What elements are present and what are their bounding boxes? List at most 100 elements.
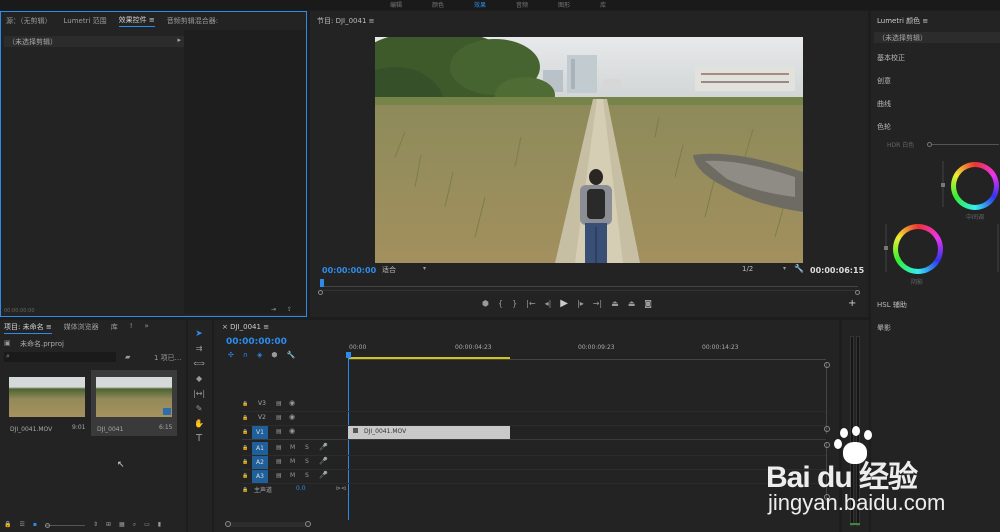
add-button-icon[interactable]: + bbox=[848, 299, 856, 309]
lumetri-clip-dropdown[interactable]: （未选择剪辑） bbox=[874, 32, 1000, 43]
toggle-output-icon[interactable]: ▤ bbox=[276, 471, 282, 481]
tab-libraries[interactable]: 库 bbox=[111, 322, 118, 334]
microphone-icon[interactable]: 🎤 bbox=[319, 442, 328, 452]
type-tool-icon[interactable]: T bbox=[193, 434, 205, 444]
time-ruler[interactable]: 00:00 00:00:04:23 00:00:09:23 00:00:14:2… bbox=[348, 342, 826, 360]
workspace-libraries[interactable]: 库 bbox=[600, 0, 606, 9]
quality-dropdown[interactable]: 1/2 ▾ bbox=[742, 265, 786, 275]
lock-icon[interactable]: 🔒 bbox=[242, 485, 248, 495]
add-marker-icon[interactable]: ⬢ bbox=[271, 350, 277, 360]
project-search-input[interactable]: ⌕ bbox=[4, 352, 116, 362]
track-label[interactable]: V3 bbox=[258, 400, 266, 407]
clip-dropdown[interactable]: （未选择剪辑） ▸ bbox=[4, 36, 184, 47]
mute-button[interactable]: M bbox=[290, 444, 295, 451]
timeline-settings-icon[interactable]: 🔧 bbox=[287, 350, 296, 360]
go-to-out-icon[interactable]: →| bbox=[593, 299, 602, 309]
workspace-graphics[interactable]: 图形 bbox=[558, 0, 570, 9]
panel-menu-icon[interactable]: ≡ bbox=[263, 323, 269, 331]
play-icon[interactable]: ▶ bbox=[560, 299, 568, 309]
lock-icon[interactable]: 🔒 bbox=[242, 457, 248, 467]
lock-icon[interactable]: 🔒 bbox=[242, 471, 248, 481]
tab-project[interactable]: 项目: 未命名 ≡ bbox=[4, 322, 52, 334]
tab-lumetri-scopes[interactable]: Lumetri 范围 bbox=[64, 16, 107, 26]
shadow-wheel[interactable] bbox=[893, 224, 943, 274]
new-item-icon[interactable]: ▦ bbox=[119, 520, 125, 530]
step-back-icon[interactable]: ◂| bbox=[545, 299, 552, 309]
hand-tool-icon[interactable]: ✋ bbox=[193, 419, 205, 429]
lock-icon[interactable]: 🔒 bbox=[242, 413, 248, 423]
microphone-icon[interactable]: 🎤 bbox=[319, 456, 328, 466]
workspace-audio[interactable]: 音频 bbox=[516, 0, 528, 9]
lift-icon[interactable]: ⏏ bbox=[611, 299, 619, 309]
sequence-item[interactable]: DJI_0041 6:15 bbox=[91, 370, 177, 436]
track-select-tool-icon[interactable]: ⇉ bbox=[193, 344, 205, 354]
fit-dropdown[interactable]: 适合 ▾ bbox=[382, 265, 426, 275]
zoom-handle-right[interactable] bbox=[855, 290, 860, 295]
track-label[interactable]: V1 bbox=[252, 426, 268, 439]
export-icon[interactable]: ⇪ bbox=[287, 305, 292, 315]
razor-tool-icon[interactable]: ◆ bbox=[193, 374, 205, 384]
panel-menu-icon[interactable]: ≡ bbox=[369, 17, 375, 25]
video-clip[interactable]: DJI_0041.MOV bbox=[348, 426, 510, 439]
track-label[interactable]: A3 bbox=[252, 470, 268, 483]
shadow-slider[interactable] bbox=[884, 224, 888, 272]
timeline-h-scrollbar[interactable] bbox=[225, 521, 311, 527]
tab-media-browser[interactable]: 媒体浏览器 bbox=[64, 322, 99, 334]
workspace-color[interactable]: 颜色 bbox=[432, 0, 444, 9]
folder-icon[interactable]: ▭ bbox=[144, 520, 150, 530]
tab-audio-clip-mixer[interactable]: 音频剪辑混合器: bbox=[167, 16, 218, 26]
extract-icon[interactable]: ⏏ bbox=[628, 299, 636, 309]
list-view-icon[interactable]: ☰ bbox=[19, 520, 24, 530]
pen-tool-icon[interactable]: ✎ bbox=[193, 404, 205, 414]
step-forward-icon[interactable]: |▸ bbox=[577, 299, 584, 309]
automate-icon[interactable]: ⊞ bbox=[106, 520, 111, 530]
zoom-handle-left[interactable] bbox=[318, 290, 323, 295]
solo-button[interactable]: S bbox=[305, 472, 309, 479]
microphone-icon[interactable]: 🎤 bbox=[319, 470, 328, 480]
mark-in-icon[interactable]: { bbox=[498, 299, 503, 309]
hdr-white-slider[interactable] bbox=[927, 142, 999, 147]
solo-button[interactable]: S bbox=[305, 458, 309, 465]
icon-view-icon[interactable]: ▪ bbox=[33, 520, 37, 530]
track-label[interactable]: V2 bbox=[258, 414, 266, 421]
eye-icon[interactable]: ◉ bbox=[289, 426, 295, 436]
toggle-output-icon[interactable]: ▤ bbox=[276, 413, 282, 423]
program-timecode-current[interactable]: 00:00:00:00 bbox=[322, 266, 376, 275]
sort-icon[interactable]: ⇕ bbox=[93, 520, 98, 530]
eye-icon[interactable]: ◉ bbox=[289, 398, 295, 408]
slip-tool-icon[interactable]: |↔| bbox=[193, 389, 205, 399]
selection-tool-icon[interactable]: ➤ bbox=[193, 329, 205, 339]
go-to-in-icon[interactable]: |← bbox=[526, 299, 535, 309]
zoom-scrollbar[interactable] bbox=[318, 290, 860, 295]
find-icon[interactable]: ⌕ bbox=[133, 520, 136, 530]
timeline-tab[interactable]: × DJI_0041 ≡ bbox=[222, 323, 269, 331]
mute-button[interactable]: M bbox=[290, 458, 295, 465]
midtone-wheel[interactable] bbox=[951, 162, 999, 210]
workspace-edit[interactable]: 编辑 bbox=[390, 0, 402, 9]
toggle-output-icon[interactable]: ▤ bbox=[276, 427, 282, 437]
master-volume-value[interactable]: 0.0 bbox=[296, 485, 306, 492]
lock-icon[interactable]: 🔒 bbox=[242, 427, 248, 437]
track-label[interactable]: A1 bbox=[252, 442, 268, 455]
solo-button[interactable]: S bbox=[305, 444, 309, 451]
toggle-output-icon[interactable]: ▤ bbox=[276, 457, 282, 467]
lock-icon[interactable]: 🔒 bbox=[242, 399, 248, 409]
linked-selection-icon[interactable]: ◈ bbox=[257, 350, 262, 360]
lock-icon[interactable]: 🔒 bbox=[242, 443, 248, 453]
section-color-wheels[interactable]: 色轮 bbox=[877, 122, 891, 132]
camera-icon[interactable]: ◙ bbox=[644, 299, 652, 309]
playhead-marker[interactable] bbox=[320, 279, 324, 287]
nest-icon[interactable]: ✣ bbox=[228, 350, 234, 360]
more-panels-icon[interactable]: » bbox=[145, 322, 149, 334]
midtone-slider[interactable] bbox=[941, 161, 945, 207]
highlight-slider[interactable] bbox=[997, 224, 999, 272]
new-bin-icon[interactable]: ▰ bbox=[125, 352, 130, 362]
add-marker-icon[interactable]: ⬢ bbox=[482, 299, 489, 309]
section-curves[interactable]: 曲线 bbox=[877, 99, 891, 109]
mute-button[interactable]: M bbox=[290, 472, 295, 479]
zoom-slider[interactable] bbox=[44, 522, 85, 528]
close-icon[interactable]: × bbox=[222, 323, 228, 331]
video-frame[interactable] bbox=[375, 37, 803, 263]
tab-effect-controls[interactable]: 效果控件 ≡ bbox=[118, 15, 155, 27]
toggle-output-icon[interactable]: ▤ bbox=[276, 443, 282, 453]
